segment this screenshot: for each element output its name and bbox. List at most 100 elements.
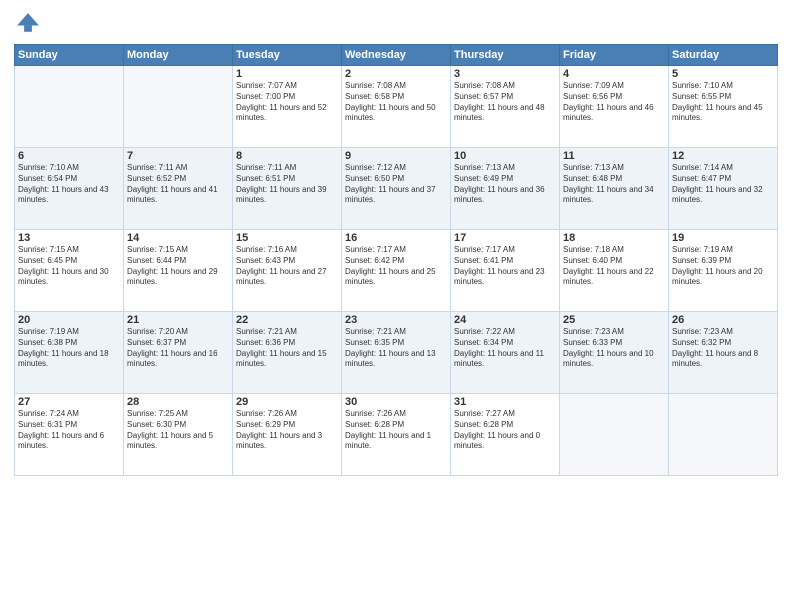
logo bbox=[14, 10, 44, 38]
day-number: 13 bbox=[18, 232, 120, 244]
day-info: Sunrise: 7:16 AM Sunset: 6:43 PM Dayligh… bbox=[236, 245, 338, 288]
day-info: Sunrise: 7:15 AM Sunset: 6:45 PM Dayligh… bbox=[18, 245, 120, 288]
col-header-wednesday: Wednesday bbox=[342, 45, 451, 66]
day-number: 25 bbox=[563, 314, 665, 326]
day-info: Sunrise: 7:14 AM Sunset: 6:47 PM Dayligh… bbox=[672, 163, 774, 206]
day-cell: 9Sunrise: 7:12 AM Sunset: 6:50 PM Daylig… bbox=[342, 148, 451, 230]
day-number: 23 bbox=[345, 314, 447, 326]
day-cell: 1Sunrise: 7:07 AM Sunset: 7:00 PM Daylig… bbox=[233, 66, 342, 148]
day-cell: 15Sunrise: 7:16 AM Sunset: 6:43 PM Dayli… bbox=[233, 230, 342, 312]
day-cell: 3Sunrise: 7:08 AM Sunset: 6:57 PM Daylig… bbox=[451, 66, 560, 148]
day-cell: 6Sunrise: 7:10 AM Sunset: 6:54 PM Daylig… bbox=[15, 148, 124, 230]
day-info: Sunrise: 7:12 AM Sunset: 6:50 PM Dayligh… bbox=[345, 163, 447, 206]
day-number: 14 bbox=[127, 232, 229, 244]
day-cell: 19Sunrise: 7:19 AM Sunset: 6:39 PM Dayli… bbox=[669, 230, 778, 312]
day-cell: 18Sunrise: 7:18 AM Sunset: 6:40 PM Dayli… bbox=[560, 230, 669, 312]
week-row-2: 6Sunrise: 7:10 AM Sunset: 6:54 PM Daylig… bbox=[15, 148, 778, 230]
day-info: Sunrise: 7:09 AM Sunset: 6:56 PM Dayligh… bbox=[563, 81, 665, 124]
day-info: Sunrise: 7:10 AM Sunset: 6:54 PM Dayligh… bbox=[18, 163, 120, 206]
day-cell: 12Sunrise: 7:14 AM Sunset: 6:47 PM Dayli… bbox=[669, 148, 778, 230]
day-cell: 11Sunrise: 7:13 AM Sunset: 6:48 PM Dayli… bbox=[560, 148, 669, 230]
day-cell: 13Sunrise: 7:15 AM Sunset: 6:45 PM Dayli… bbox=[15, 230, 124, 312]
day-cell: 28Sunrise: 7:25 AM Sunset: 6:30 PM Dayli… bbox=[124, 394, 233, 476]
day-info: Sunrise: 7:23 AM Sunset: 6:33 PM Dayligh… bbox=[563, 327, 665, 370]
day-info: Sunrise: 7:17 AM Sunset: 6:41 PM Dayligh… bbox=[454, 245, 556, 288]
day-cell: 4Sunrise: 7:09 AM Sunset: 6:56 PM Daylig… bbox=[560, 66, 669, 148]
day-cell bbox=[560, 394, 669, 476]
day-cell: 17Sunrise: 7:17 AM Sunset: 6:41 PM Dayli… bbox=[451, 230, 560, 312]
col-header-thursday: Thursday bbox=[451, 45, 560, 66]
day-cell: 26Sunrise: 7:23 AM Sunset: 6:32 PM Dayli… bbox=[669, 312, 778, 394]
day-info: Sunrise: 7:26 AM Sunset: 6:28 PM Dayligh… bbox=[345, 409, 447, 452]
day-number: 20 bbox=[18, 314, 120, 326]
day-number: 29 bbox=[236, 396, 338, 408]
day-cell: 10Sunrise: 7:13 AM Sunset: 6:49 PM Dayli… bbox=[451, 148, 560, 230]
day-info: Sunrise: 7:19 AM Sunset: 6:39 PM Dayligh… bbox=[672, 245, 774, 288]
col-header-saturday: Saturday bbox=[669, 45, 778, 66]
col-header-friday: Friday bbox=[560, 45, 669, 66]
calendar-table: SundayMondayTuesdayWednesdayThursdayFrid… bbox=[14, 44, 778, 476]
day-cell bbox=[15, 66, 124, 148]
day-number: 24 bbox=[454, 314, 556, 326]
day-info: Sunrise: 7:25 AM Sunset: 6:30 PM Dayligh… bbox=[127, 409, 229, 452]
day-info: Sunrise: 7:08 AM Sunset: 6:58 PM Dayligh… bbox=[345, 81, 447, 124]
day-cell: 30Sunrise: 7:26 AM Sunset: 6:28 PM Dayli… bbox=[342, 394, 451, 476]
col-header-monday: Monday bbox=[124, 45, 233, 66]
day-number: 31 bbox=[454, 396, 556, 408]
day-info: Sunrise: 7:26 AM Sunset: 6:29 PM Dayligh… bbox=[236, 409, 338, 452]
day-info: Sunrise: 7:13 AM Sunset: 6:48 PM Dayligh… bbox=[563, 163, 665, 206]
day-number: 28 bbox=[127, 396, 229, 408]
day-info: Sunrise: 7:20 AM Sunset: 6:37 PM Dayligh… bbox=[127, 327, 229, 370]
day-number: 2 bbox=[345, 68, 447, 80]
day-number: 26 bbox=[672, 314, 774, 326]
day-number: 16 bbox=[345, 232, 447, 244]
day-cell: 31Sunrise: 7:27 AM Sunset: 6:28 PM Dayli… bbox=[451, 394, 560, 476]
day-info: Sunrise: 7:17 AM Sunset: 6:42 PM Dayligh… bbox=[345, 245, 447, 288]
day-number: 5 bbox=[672, 68, 774, 80]
day-number: 21 bbox=[127, 314, 229, 326]
day-info: Sunrise: 7:11 AM Sunset: 6:51 PM Dayligh… bbox=[236, 163, 338, 206]
col-header-sunday: Sunday bbox=[15, 45, 124, 66]
day-info: Sunrise: 7:27 AM Sunset: 6:28 PM Dayligh… bbox=[454, 409, 556, 452]
day-info: Sunrise: 7:24 AM Sunset: 6:31 PM Dayligh… bbox=[18, 409, 120, 452]
day-info: Sunrise: 7:13 AM Sunset: 6:49 PM Dayligh… bbox=[454, 163, 556, 206]
day-cell: 20Sunrise: 7:19 AM Sunset: 6:38 PM Dayli… bbox=[15, 312, 124, 394]
day-number: 12 bbox=[672, 150, 774, 162]
day-cell: 25Sunrise: 7:23 AM Sunset: 6:33 PM Dayli… bbox=[560, 312, 669, 394]
header-row: SundayMondayTuesdayWednesdayThursdayFrid… bbox=[15, 45, 778, 66]
day-number: 4 bbox=[563, 68, 665, 80]
day-number: 27 bbox=[18, 396, 120, 408]
logo-icon bbox=[14, 10, 42, 38]
day-number: 17 bbox=[454, 232, 556, 244]
day-cell: 8Sunrise: 7:11 AM Sunset: 6:51 PM Daylig… bbox=[233, 148, 342, 230]
day-number: 3 bbox=[454, 68, 556, 80]
day-cell: 7Sunrise: 7:11 AM Sunset: 6:52 PM Daylig… bbox=[124, 148, 233, 230]
day-info: Sunrise: 7:21 AM Sunset: 6:35 PM Dayligh… bbox=[345, 327, 447, 370]
day-info: Sunrise: 7:07 AM Sunset: 7:00 PM Dayligh… bbox=[236, 81, 338, 124]
week-row-1: 1Sunrise: 7:07 AM Sunset: 7:00 PM Daylig… bbox=[15, 66, 778, 148]
day-cell: 29Sunrise: 7:26 AM Sunset: 6:29 PM Dayli… bbox=[233, 394, 342, 476]
header bbox=[14, 10, 778, 38]
day-cell: 5Sunrise: 7:10 AM Sunset: 6:55 PM Daylig… bbox=[669, 66, 778, 148]
day-cell: 27Sunrise: 7:24 AM Sunset: 6:31 PM Dayli… bbox=[15, 394, 124, 476]
day-info: Sunrise: 7:10 AM Sunset: 6:55 PM Dayligh… bbox=[672, 81, 774, 124]
day-cell: 24Sunrise: 7:22 AM Sunset: 6:34 PM Dayli… bbox=[451, 312, 560, 394]
day-number: 11 bbox=[563, 150, 665, 162]
day-number: 19 bbox=[672, 232, 774, 244]
day-number: 10 bbox=[454, 150, 556, 162]
week-row-4: 20Sunrise: 7:19 AM Sunset: 6:38 PM Dayli… bbox=[15, 312, 778, 394]
day-info: Sunrise: 7:22 AM Sunset: 6:34 PM Dayligh… bbox=[454, 327, 556, 370]
day-info: Sunrise: 7:08 AM Sunset: 6:57 PM Dayligh… bbox=[454, 81, 556, 124]
week-row-5: 27Sunrise: 7:24 AM Sunset: 6:31 PM Dayli… bbox=[15, 394, 778, 476]
day-cell: 2Sunrise: 7:08 AM Sunset: 6:58 PM Daylig… bbox=[342, 66, 451, 148]
day-number: 15 bbox=[236, 232, 338, 244]
day-number: 30 bbox=[345, 396, 447, 408]
day-info: Sunrise: 7:11 AM Sunset: 6:52 PM Dayligh… bbox=[127, 163, 229, 206]
day-number: 1 bbox=[236, 68, 338, 80]
day-cell: 16Sunrise: 7:17 AM Sunset: 6:42 PM Dayli… bbox=[342, 230, 451, 312]
day-cell: 21Sunrise: 7:20 AM Sunset: 6:37 PM Dayli… bbox=[124, 312, 233, 394]
day-cell: 23Sunrise: 7:21 AM Sunset: 6:35 PM Dayli… bbox=[342, 312, 451, 394]
day-info: Sunrise: 7:21 AM Sunset: 6:36 PM Dayligh… bbox=[236, 327, 338, 370]
day-number: 18 bbox=[563, 232, 665, 244]
day-number: 22 bbox=[236, 314, 338, 326]
